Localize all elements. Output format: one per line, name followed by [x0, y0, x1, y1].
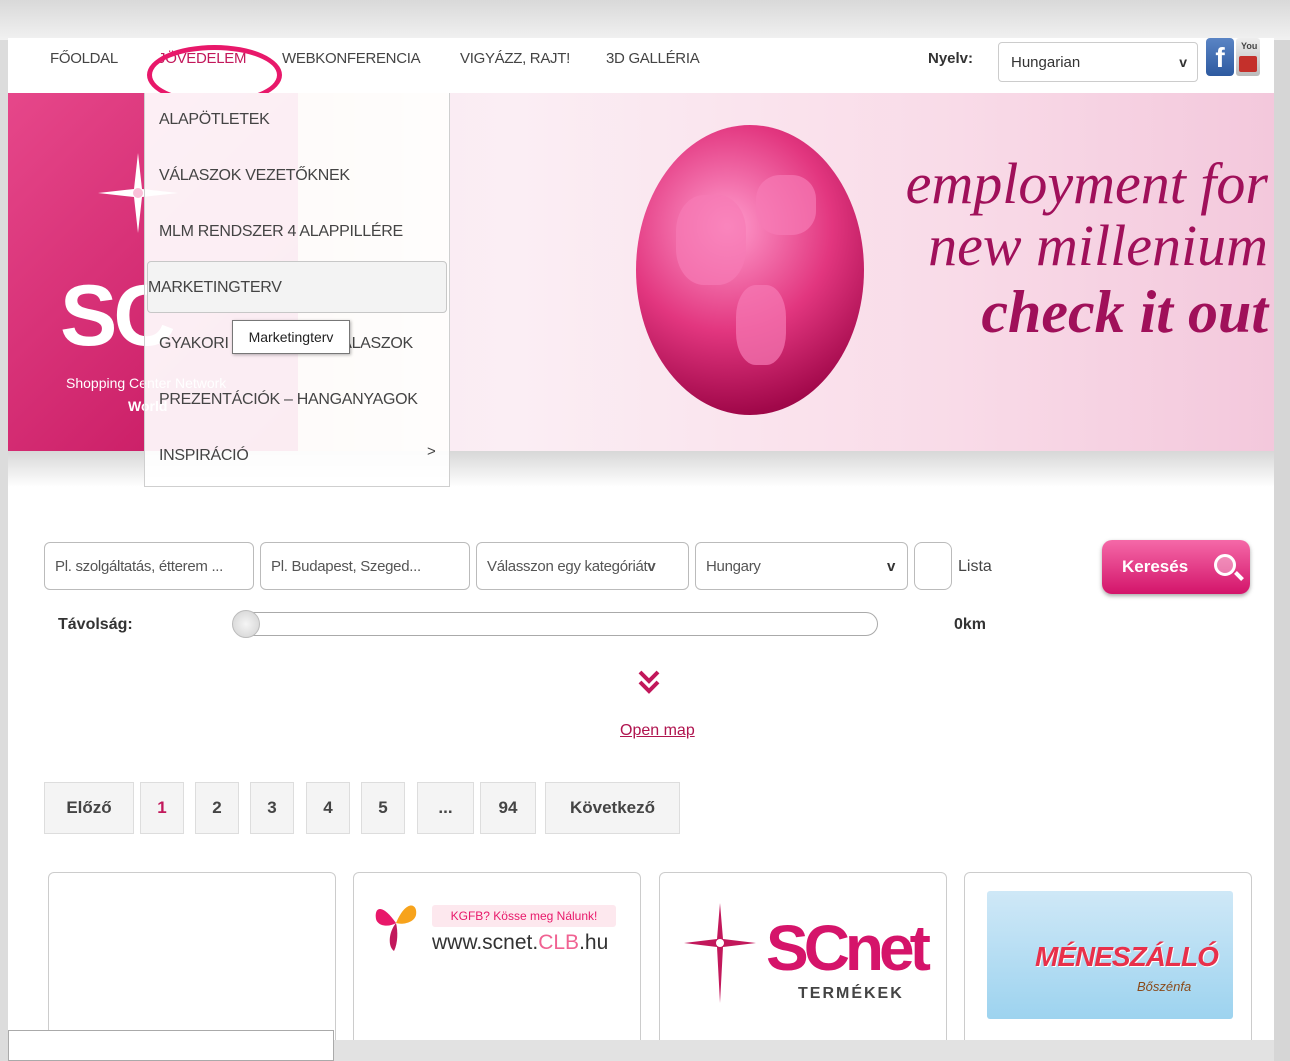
nav-item-vigyazz-rajt[interactable]: VIGYÁZZ, RAJT!	[460, 50, 570, 67]
menu-item-alapotletek[interactable]: ALAPÖTLETEK	[159, 111, 270, 129]
language-value: Hungarian	[1011, 54, 1081, 71]
nav-item-webkonferencia[interactable]: WEBKONFERENCIA	[282, 50, 421, 67]
horse-image: MÉNESZÁLLÓ Bőszénfa	[987, 891, 1233, 1019]
search-where-input[interactable]: Pl. Budapest, Szeged...	[260, 542, 470, 590]
scnet-title: SCnet	[766, 912, 931, 984]
pagination-ellipsis: ...	[417, 782, 474, 834]
scnet-subtitle: TERMÉKEK	[798, 985, 904, 1002]
globe-image	[636, 125, 864, 415]
top-chrome	[0, 0, 1290, 40]
menu-item-mlm-rendszer[interactable]: MLM RENDSZER 4 ALAPPILLÉRE	[159, 223, 403, 241]
country-select[interactable]: Hungary v	[695, 542, 908, 590]
url-suffix: .hu	[579, 931, 609, 954]
list-label: Lista	[958, 558, 992, 575]
list-checkbox[interactable]	[914, 542, 952, 590]
url-prefix: www.scnet.	[432, 931, 539, 954]
menu-item-valaszok-vezetoknek[interactable]: VÁLASZOK VEZETŐKNEK	[159, 167, 350, 185]
pagination-page[interactable]: 5	[361, 782, 405, 834]
kgfb-bubble: KGFB? Kösse meg Nálunk!	[432, 905, 616, 927]
distance-slider-handle[interactable]	[232, 610, 260, 638]
search-icon	[1214, 554, 1236, 576]
left-frame	[0, 40, 8, 1061]
youtube-text: You	[1241, 41, 1258, 51]
butterfly-logo-icon	[375, 905, 417, 951]
kgfb-url: www.scnet.CLB.hu	[432, 931, 608, 955]
category-select[interactable]: Válasszon egy kategóriátv	[476, 542, 689, 590]
distance-label: Távolság:	[58, 616, 133, 633]
search-what-input[interactable]: Pl. szolgáltatás, étterem ...	[44, 542, 254, 590]
pagination-next[interactable]: Következő	[545, 782, 680, 834]
banner-tagline: employment for new millenium check it ou…	[888, 153, 1268, 347]
search-button[interactable]: Keresés	[1102, 540, 1250, 594]
open-map-link[interactable]: Open map	[620, 722, 695, 740]
right-frame	[1274, 40, 1290, 1061]
listing-card-meneszallo[interactable]: MÉNESZÁLLÓ Bőszénfa	[964, 872, 1252, 1061]
chevron-down-icon: v	[886, 558, 895, 575]
tagline-line-3: check it out	[981, 279, 1268, 345]
page: FŐOLDAL JÖVEDELEM WEBKONFERENCIA VIGYÁZZ…	[0, 0, 1290, 1061]
menu-item-prezentaciok[interactable]: PREZENTÁCIÓK – HANGANYAGOK	[159, 391, 418, 409]
submenu-arrow-icon: >	[427, 443, 436, 460]
top-nav: FŐOLDAL JÖVEDELEM WEBKONFERENCIA VIGYÁZZ…	[8, 38, 1274, 105]
jovedelem-dropdown-menu: ALAPÖTLETEK VÁLASZOK VEZETŐKNEK MLM REND…	[144, 93, 450, 487]
search-button-label: Keresés	[1122, 557, 1189, 576]
youtube-icon[interactable]: You	[1236, 38, 1260, 76]
pagination-page[interactable]: 94	[480, 782, 536, 834]
nav-item-foldal[interactable]: FŐOLDAL	[50, 50, 118, 67]
category-value: Válasszon egy kategóriát	[487, 558, 648, 575]
chevron-down-icon: v	[647, 558, 656, 575]
language-select[interactable]: Hungarian v	[998, 42, 1198, 82]
pagination-page[interactable]: 3	[250, 782, 294, 834]
status-bar	[8, 1030, 334, 1061]
chevron-down-icon: v	[1179, 54, 1187, 70]
star-logo-icon	[684, 903, 756, 1003]
url-clb: CLB	[538, 931, 580, 954]
country-value: Hungary	[706, 558, 761, 575]
nav-item-3d-galleria[interactable]: 3D GALLÉRIA	[606, 50, 700, 67]
menu-item-inspiracio[interactable]: INSPIRÁCIÓ	[159, 447, 249, 465]
pagination-page[interactable]: 1	[140, 782, 184, 834]
pagination-prev[interactable]: Előző	[44, 782, 134, 834]
horse-subtitle: Bőszénfa	[1137, 979, 1192, 994]
tagline-line-1: employment for	[905, 151, 1268, 216]
youtube-tube	[1239, 56, 1257, 72]
pagination-page[interactable]: 4	[306, 782, 350, 834]
language-label: Nyelv:	[928, 50, 974, 67]
double-chevron-down-icon[interactable]	[638, 670, 660, 701]
tooltip: Marketingterv	[232, 320, 350, 354]
facebook-icon[interactable]: f	[1206, 38, 1234, 76]
bottom-strip	[334, 1040, 1274, 1061]
listing-card-kgfb[interactable]: KGFB? Kösse meg Nálunk! www.scnet.CLB.hu	[353, 872, 641, 1061]
distance-slider-track[interactable]	[238, 612, 878, 636]
menu-item-marketingterv[interactable]: MARKETINGTERV	[148, 279, 282, 297]
distance-value: 0km	[954, 616, 987, 633]
listing-card-scnet[interactable]: SCnet TERMÉKEK	[659, 872, 947, 1061]
tagline-line-2: new millenium	[928, 213, 1268, 278]
pagination-page[interactable]: 2	[195, 782, 239, 834]
horse-title: MÉNESZÁLLÓ	[1035, 941, 1219, 972]
